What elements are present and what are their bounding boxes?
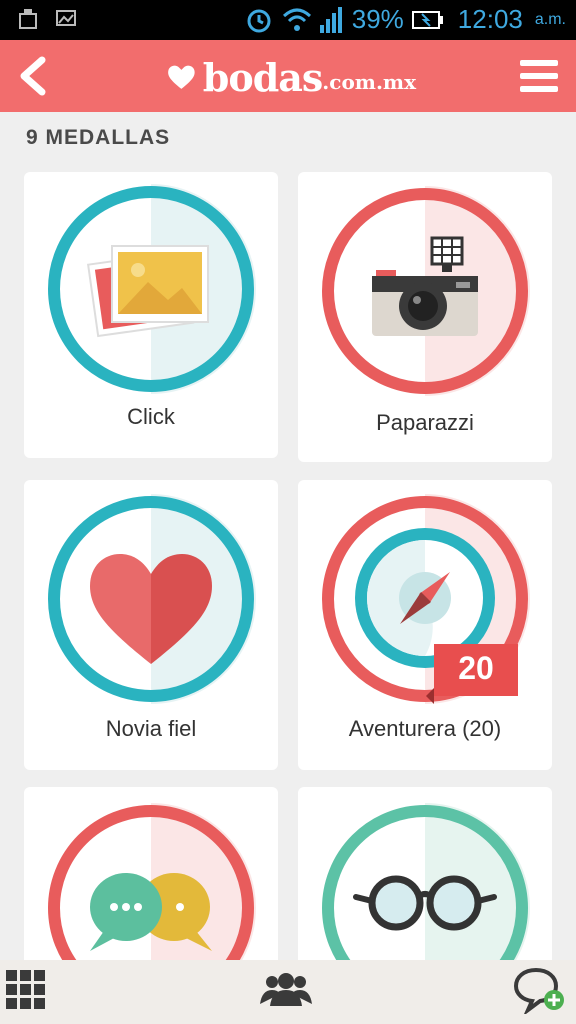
image-notification-icon: [56, 10, 76, 26]
medal-card-glasses[interactable]: [298, 787, 552, 987]
grid-icon[interactable]: [4, 968, 48, 1012]
logo-brand-text: bodas: [202, 54, 324, 100]
photos-icon: [48, 184, 256, 394]
heart-icon: [48, 494, 256, 704]
logo-domain-text: .com.mx: [322, 70, 416, 94]
clock-ampm: a.m.: [534, 10, 566, 28]
medal-card-chat[interactable]: [24, 787, 278, 987]
medal-card-aventurera[interactable]: 20 Aventurera (20): [298, 480, 552, 770]
bottom-nav: [0, 960, 576, 1024]
hamburger-menu-icon: [520, 60, 558, 92]
badge-count-text: 20: [458, 650, 494, 686]
alarm-icon: [247, 9, 271, 32]
section-title: 9 MEDALLAS: [26, 126, 171, 149]
medal-label: Click: [127, 404, 175, 429]
camera-icon: [322, 186, 530, 396]
medal-label: Paparazzi: [376, 410, 474, 435]
back-button[interactable]: [14, 52, 54, 100]
app-header: bodas .com.mx: [0, 40, 576, 112]
glasses-icon: [322, 803, 530, 976]
signal-icon: [319, 6, 342, 33]
clock: 12:03: [457, 4, 523, 34]
medal-label: Novia fiel: [105, 716, 197, 741]
medal-card-paparazzi[interactable]: Paparazzi: [298, 172, 552, 462]
chat-bubbles-icon: [48, 803, 256, 976]
chat-add-icon[interactable]: [514, 966, 566, 1014]
status-bar: 39% 12:03 a.m.: [0, 0, 576, 40]
battery-percent: 39%: [351, 4, 404, 34]
battery-icon: [411, 10, 443, 29]
notification-icon: [19, 9, 37, 29]
chevron-left-icon: [20, 56, 46, 96]
heart-logo-icon: [168, 65, 195, 89]
brand-logo[interactable]: bodas .com.mx: [166, 50, 416, 104]
medal-card-novia-fiel[interactable]: Novia fiel: [24, 480, 278, 770]
menu-button[interactable]: [518, 56, 560, 96]
medal-label: Aventurera (20): [348, 716, 502, 741]
wifi-icon: [282, 8, 311, 31]
people-icon[interactable]: [260, 972, 312, 1008]
medal-card-click[interactable]: Click: [24, 172, 278, 458]
